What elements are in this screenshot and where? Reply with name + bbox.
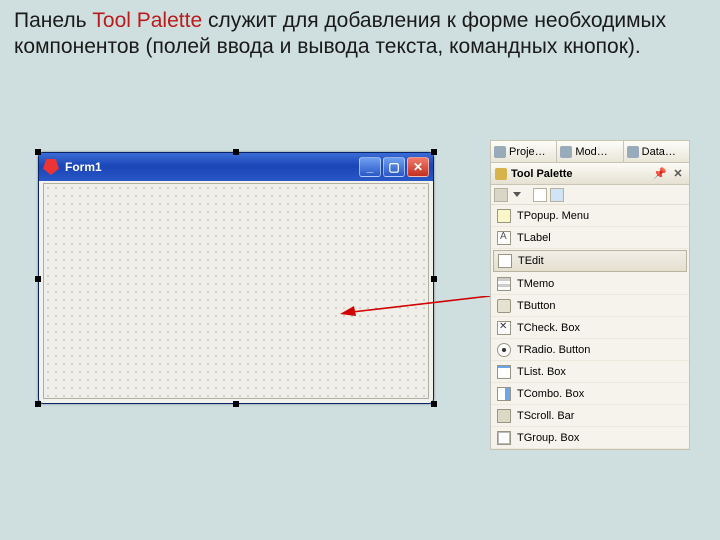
groupbox-icon — [497, 431, 511, 445]
component-item-button[interactable]: TButton — [491, 295, 689, 317]
form-title: Form1 — [65, 160, 102, 174]
label-icon — [497, 231, 511, 245]
resize-handle[interactable] — [35, 276, 41, 282]
palette-toolbar — [491, 185, 689, 205]
resize-handle[interactable] — [233, 401, 239, 407]
tab-data[interactable]: Data… — [624, 141, 689, 162]
button-icon — [497, 299, 511, 313]
tab-label: Mod… — [575, 146, 607, 158]
edit-icon — [498, 254, 512, 268]
minimize-button[interactable]: _ — [359, 157, 381, 177]
data-icon — [627, 146, 639, 158]
component-item-checkbox[interactable]: TCheck. Box — [491, 317, 689, 339]
component-item-radio[interactable]: TRadio. Button — [491, 339, 689, 361]
desc-prefix: Панель — [14, 9, 92, 32]
component-item-combobox[interactable]: TCombo. Box — [491, 383, 689, 405]
resize-handle[interactable] — [35, 401, 41, 407]
popupmenu-icon — [497, 209, 511, 223]
component-item-label[interactable]: TLabel — [491, 227, 689, 249]
palette-header: Tool Palette 📌 ✕ — [491, 163, 689, 185]
resize-handle[interactable] — [431, 276, 437, 282]
component-item-label: TList. Box — [517, 366, 566, 378]
component-item-label: TEdit — [518, 255, 544, 267]
tab-label: Proje… — [509, 146, 546, 158]
desc-highlight: Tool Palette — [92, 9, 202, 32]
component-item-label: TMemo — [517, 278, 554, 290]
component-item-label: TScroll. Bar — [517, 410, 574, 422]
resize-handle[interactable] — [431, 401, 437, 407]
radio-icon — [497, 343, 511, 357]
maximize-button[interactable]: ▢ — [383, 157, 405, 177]
component-item-label: TRadio. Button — [517, 344, 590, 356]
checkbox-icon — [497, 321, 511, 335]
project-icon — [494, 146, 506, 158]
close-button[interactable]: ✕ — [407, 157, 429, 177]
tab-model[interactable]: Mod… — [557, 141, 623, 162]
component-list: TPopup. Menu TLabel TEdit TMemo TButton TChec… — [491, 205, 689, 449]
form-titlebar[interactable]: Form1 _ ▢ ✕ — [39, 153, 433, 181]
memo-icon — [497, 277, 511, 291]
panel-tabs: Proje… Mod… Data… — [491, 141, 689, 163]
chevron-down-icon[interactable] — [513, 192, 521, 197]
tab-project[interactable]: Proje… — [491, 141, 557, 162]
component-item-label: TGroup. Box — [517, 432, 579, 444]
component-item-label: TCombo. Box — [517, 388, 584, 400]
close-icon[interactable]: ✕ — [671, 167, 685, 181]
categories-dropdown[interactable] — [494, 188, 508, 202]
component-item-label: TCheck. Box — [517, 322, 580, 334]
filter-icon[interactable] — [550, 188, 564, 202]
component-item-label: TLabel — [517, 232, 551, 244]
model-icon — [560, 146, 572, 158]
listbox-icon — [497, 365, 511, 379]
scrollbar-icon — [497, 409, 511, 423]
resize-handle[interactable] — [233, 149, 239, 155]
combobox-icon — [497, 387, 511, 401]
resize-handle[interactable] — [431, 149, 437, 155]
pin-icon[interactable]: 📌 — [653, 167, 667, 181]
component-item-groupbox[interactable]: TGroup. Box — [491, 427, 689, 449]
form-design-surface[interactable] — [43, 183, 429, 399]
description-text: Панель Tool Palette служит для добавлени… — [14, 8, 706, 61]
tab-label: Data… — [642, 146, 676, 158]
component-item-scrollbar[interactable]: TScroll. Bar — [491, 405, 689, 427]
resize-handle[interactable] — [35, 149, 41, 155]
palette-icon — [495, 168, 507, 180]
component-item-label: TPopup. Menu — [517, 210, 589, 222]
component-item-popupmenu[interactable]: TPopup. Menu — [491, 205, 689, 227]
component-item-edit[interactable]: TEdit — [493, 250, 687, 272]
component-item-listbox[interactable]: TList. Box — [491, 361, 689, 383]
pointer-icon[interactable] — [533, 188, 547, 202]
form-app-icon — [43, 159, 59, 175]
palette-title: Tool Palette — [511, 168, 573, 180]
component-item-memo[interactable]: TMemo — [491, 273, 689, 295]
tool-palette-panel: Proje… Mod… Data… Tool Palette 📌 ✕ TPopu… — [490, 140, 690, 450]
component-item-label: TButton — [517, 300, 556, 312]
form-designer-window[interactable]: Form1 _ ▢ ✕ — [38, 152, 434, 404]
